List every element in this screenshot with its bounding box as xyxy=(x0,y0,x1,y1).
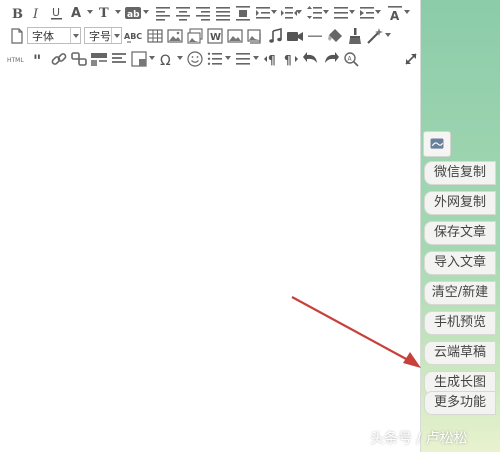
clear-format-icon[interactable]: A xyxy=(386,4,404,22)
chevron-down-icon xyxy=(70,28,80,43)
side-btn-cloud-draft[interactable]: 云端草稿 xyxy=(424,341,496,365)
align-justify-icon[interactable] xyxy=(214,4,232,22)
fullscreen-icon[interactable] xyxy=(402,50,420,68)
omega-icon[interactable]: Ω xyxy=(158,50,176,68)
line-height-dropdown[interactable] xyxy=(323,10,329,14)
side-btn-mobile-preview[interactable]: 手机预览 xyxy=(424,311,496,335)
new-doc-icon[interactable] xyxy=(8,27,26,45)
indent-icon[interactable] xyxy=(358,4,376,22)
svg-text:": " xyxy=(33,51,41,68)
editor-content-area[interactable] xyxy=(0,72,420,452)
block-icon[interactable] xyxy=(110,50,128,68)
quote-icon[interactable]: " xyxy=(30,50,48,68)
align-left-icon[interactable] xyxy=(154,4,172,22)
table-icon[interactable] xyxy=(146,27,164,45)
font-family-select[interactable]: 字体 xyxy=(27,27,81,44)
svg-text:I: I xyxy=(32,7,39,22)
font-size-select[interactable]: 字号 xyxy=(84,27,122,44)
frame-icon[interactable] xyxy=(130,50,148,68)
font-family-value: 字体 xyxy=(32,30,54,43)
image-upload-icon xyxy=(430,138,444,149)
undo-icon[interactable] xyxy=(302,50,320,68)
svg-text:¶: ¶ xyxy=(284,53,292,67)
align-top-icon[interactable] xyxy=(234,4,252,22)
magic-dropdown[interactable] xyxy=(385,33,391,37)
highlight-dropdown[interactable] xyxy=(143,10,149,14)
eraser-icon[interactable] xyxy=(326,27,344,45)
unlink-icon[interactable] xyxy=(70,50,88,68)
svg-text:U: U xyxy=(52,6,60,19)
chevron-down-icon xyxy=(111,28,121,43)
underline-icon[interactable]: U xyxy=(48,4,66,22)
paragraph-ltr-icon[interactable]: ¶ xyxy=(262,50,280,68)
italic-icon[interactable]: I xyxy=(28,4,46,22)
svg-text:W: W xyxy=(210,32,221,43)
align-center-icon[interactable] xyxy=(174,4,192,22)
template-icon[interactable] xyxy=(90,50,108,68)
search-replace-icon[interactable]: A xyxy=(342,50,360,68)
svg-text:ab: ab xyxy=(127,10,140,20)
svg-text:B: B xyxy=(12,7,23,22)
side-btn-import-article[interactable]: 导入文章 xyxy=(424,251,496,275)
svg-text:A: A xyxy=(348,56,353,63)
side-btn-external-copy[interactable]: 外网复制 xyxy=(424,191,496,215)
unordered-list-icon[interactable] xyxy=(234,50,252,68)
highlight-icon[interactable]: ab xyxy=(124,4,142,22)
font-color-icon[interactable]: A xyxy=(68,4,86,22)
spellcheck-label: ABC xyxy=(124,32,142,41)
image-edit-icon[interactable] xyxy=(226,27,244,45)
indent-dropdown[interactable] xyxy=(375,10,381,14)
spellcheck-icon[interactable]: ABC xyxy=(124,27,144,45)
ordered-list-icon[interactable] xyxy=(206,50,224,68)
word-import-icon[interactable]: W xyxy=(206,27,224,45)
toolbar: B I U A T ab A 字体 字号 ABC W HTML " Ω ¶ ¶ … xyxy=(0,0,420,72)
ordered-list-dropdown[interactable] xyxy=(225,56,231,60)
text-style-icon[interactable]: T xyxy=(96,4,114,22)
font-color-dropdown[interactable] xyxy=(87,10,93,14)
unordered-list-dropdown[interactable] xyxy=(253,56,259,60)
paragraph-spacing-icon[interactable] xyxy=(332,4,350,22)
toolbar-row-3: HTML " Ω ¶ ¶ A xyxy=(0,48,420,70)
video-icon[interactable] xyxy=(286,27,304,45)
side-btn-more-features[interactable]: 更多功能 xyxy=(424,391,496,415)
svg-text:A: A xyxy=(71,6,81,21)
svg-text:Ω: Ω xyxy=(160,53,171,68)
side-btn-clear-new[interactable]: 清空/新建 xyxy=(424,281,496,305)
hr-icon[interactable] xyxy=(306,27,324,45)
frame-dropdown[interactable] xyxy=(149,56,155,60)
align-right-icon[interactable] xyxy=(194,4,212,22)
side-btn-save-article[interactable]: 保存文章 xyxy=(424,221,496,245)
redo-icon[interactable] xyxy=(322,50,340,68)
indent-left-icon[interactable] xyxy=(254,4,272,22)
brush-icon[interactable] xyxy=(346,27,364,45)
music-icon[interactable] xyxy=(266,27,284,45)
font-size-value: 字号 xyxy=(89,30,111,43)
indent-both-dropdown[interactable] xyxy=(296,10,302,14)
watermark-text: 头条号 / 卢松松 xyxy=(370,431,468,447)
svg-text:¶: ¶ xyxy=(268,53,276,67)
html-source-icon[interactable]: HTML xyxy=(6,50,28,68)
clear-format-dropdown[interactable] xyxy=(404,10,410,14)
svg-text:A: A xyxy=(390,9,400,22)
toolbar-row-1: B I U A T ab A xyxy=(0,2,420,24)
magic-icon[interactable] xyxy=(366,27,384,45)
omega-dropdown[interactable] xyxy=(177,56,183,60)
line-height-icon[interactable] xyxy=(306,4,324,22)
emoji-icon[interactable] xyxy=(186,50,204,68)
svg-text:T: T xyxy=(99,6,109,21)
html-label: HTML xyxy=(7,57,24,64)
paragraph-rtl-icon[interactable]: ¶ xyxy=(282,50,300,68)
image-multi-icon[interactable] xyxy=(186,27,204,45)
toolbar-row-2: 字体 字号 ABC W xyxy=(0,25,420,47)
side-btn-wechat-copy[interactable]: 微信复制 xyxy=(424,161,496,185)
text-style-dropdown[interactable] xyxy=(115,10,121,14)
image-icon[interactable] xyxy=(166,27,184,45)
link-icon[interactable] xyxy=(50,50,68,68)
image-upload-button[interactable] xyxy=(423,131,451,157)
indent-left-dropdown[interactable] xyxy=(271,10,277,14)
editor-panel: B I U A T ab A 字体 字号 ABC W HTML " Ω ¶ ¶ … xyxy=(0,0,421,452)
gallery-icon[interactable] xyxy=(246,27,264,45)
paragraph-spacing-dropdown[interactable] xyxy=(349,10,355,14)
bold-icon[interactable]: B xyxy=(8,4,26,22)
